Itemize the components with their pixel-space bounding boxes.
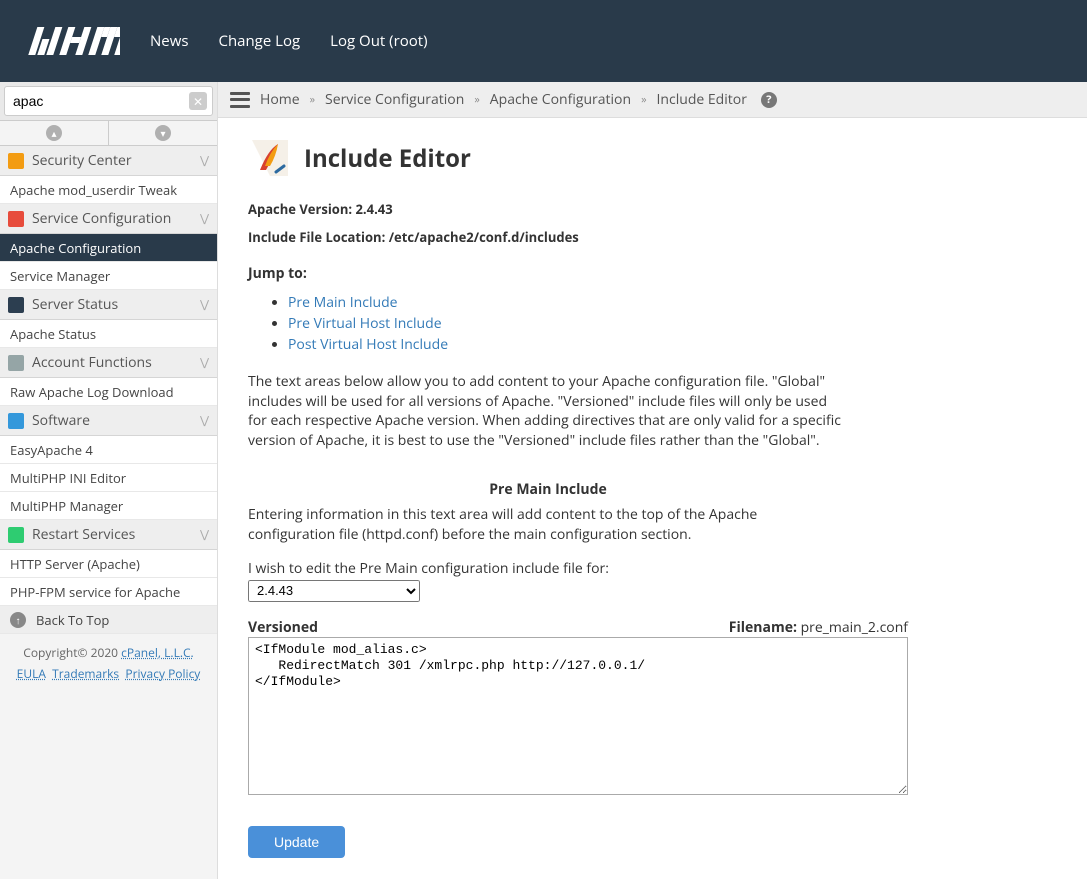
category-label: Service Configuration — [32, 209, 171, 228]
category-label: Software — [32, 411, 90, 430]
description-text: The text areas below allow you to add co… — [248, 372, 848, 450]
sidebar-item[interactable]: Apache Status — [0, 320, 217, 348]
sidebar-item[interactable]: MultiPHP INI Editor — [0, 464, 217, 492]
chevron-down-icon: ⋁ — [200, 527, 209, 542]
apache-version-value: 2.4.43 — [356, 200, 393, 218]
top-nav: News Change Log Log Out (root) — [150, 31, 428, 51]
main: Home » Service Configuration » Apache Co… — [218, 82, 1087, 879]
jump-pre-vhost[interactable]: Pre Virtual Host Include — [288, 314, 442, 333]
sidebar-item[interactable]: EasyApache 4 — [0, 436, 217, 464]
eula-link[interactable]: EULA — [17, 665, 46, 682]
versioned-label: Versioned — [248, 618, 318, 637]
jump-post-vhost[interactable]: Post Virtual Host Include — [288, 335, 448, 354]
category-label: Restart Services — [32, 525, 135, 544]
sidebar-category[interactable]: Software ⋁ — [0, 406, 217, 436]
back-to-top-label: Back To Top — [36, 611, 109, 629]
category-label: Account Functions — [32, 353, 152, 372]
caret-down-icon: ▾ — [155, 125, 171, 141]
sidebar-item[interactable]: MultiPHP Manager — [0, 492, 217, 520]
sidebar-item[interactable]: Raw Apache Log Download — [0, 378, 217, 406]
chevron-right-icon: » — [641, 92, 646, 107]
include-textarea[interactable] — [248, 637, 908, 795]
search-row: ✕ — [0, 82, 217, 121]
include-loc-value: /etc/apache2/conf.d/includes — [389, 228, 579, 246]
update-button[interactable]: Update — [248, 826, 345, 858]
apache-feather-icon — [248, 136, 292, 180]
crumb-apache-config[interactable]: Apache Configuration — [490, 90, 631, 109]
category-icon — [8, 153, 24, 169]
nav-change-log[interactable]: Change Log — [219, 31, 301, 51]
chevron-down-icon: ⋁ — [200, 153, 209, 168]
chevron-down-icon: ⋁ — [200, 355, 209, 370]
crumb-home[interactable]: Home — [260, 90, 300, 109]
nav-log-out[interactable]: Log Out (root) — [330, 31, 427, 51]
filename-label: Filename: — [729, 618, 797, 637]
copyright-text: Copyright© 2020 — [23, 644, 121, 661]
privacy-link[interactable]: Privacy Policy — [125, 665, 200, 682]
category-icon — [8, 413, 24, 429]
sidebar-category[interactable]: Security Center ⋁ — [0, 146, 217, 176]
help-icon[interactable]: ? — [761, 92, 777, 108]
chevron-down-icon: ⋁ — [200, 297, 209, 312]
back-to-top[interactable]: ↑ Back To Top — [0, 606, 217, 634]
category-icon — [8, 355, 24, 371]
category-icon — [8, 527, 24, 543]
sidebar-category[interactable]: Account Functions ⋁ — [0, 348, 217, 378]
crumb-current: Include Editor — [657, 90, 747, 109]
breadcrumb-bar: Home » Service Configuration » Apache Co… — [218, 82, 1087, 118]
jump-list: Pre Main Include Pre Virtual Host Includ… — [288, 293, 1057, 354]
chevron-down-icon: ⋁ — [200, 413, 209, 428]
sidebar-footer: Copyright© 2020 cPanel, L.L.C. EULA Trad… — [0, 634, 217, 692]
sidebar-item[interactable]: PHP-FPM service for Apache — [0, 578, 217, 606]
chevron-right-icon: » — [474, 92, 479, 107]
select-label: I wish to edit the Pre Main configuratio… — [248, 559, 1057, 578]
include-loc-label: Include File Location: — [248, 228, 385, 246]
trademarks-link[interactable]: Trademarks — [52, 665, 119, 682]
nav-news[interactable]: News — [150, 31, 189, 51]
sidebar-category[interactable]: Server Status ⋁ — [0, 290, 217, 320]
chevron-right-icon: » — [310, 92, 315, 107]
arrow-up-icon: ↑ — [10, 612, 26, 628]
top-header: News Change Log Log Out (root) — [0, 0, 1087, 82]
version-select[interactable]: 2.4.43 — [248, 580, 420, 602]
sidebar-item[interactable]: Service Manager — [0, 262, 217, 290]
sidebar-category[interactable]: Restart Services ⋁ — [0, 520, 217, 550]
category-label: Server Status — [32, 295, 118, 314]
search-input[interactable] — [4, 86, 213, 116]
sidebar-item[interactable]: HTTP Server (Apache) — [0, 550, 217, 578]
caret-up-icon: ▴ — [46, 125, 62, 141]
sidebar: ✕ ▴ ▾ Security Center ⋁ Apache mod_userdir… — [0, 82, 218, 879]
chevron-down-icon: ⋁ — [200, 211, 209, 226]
sidebar-item[interactable]: Apache mod_userdir Tweak — [0, 176, 217, 204]
section-desc: Entering information in this text area w… — [248, 505, 848, 544]
whm-logo — [20, 25, 120, 57]
jump-pre-main[interactable]: Pre Main Include — [288, 293, 398, 312]
expand-all-button[interactable]: ▾ — [108, 121, 217, 145]
sidebar-item[interactable]: Apache Configuration — [0, 234, 217, 262]
cpanel-link[interactable]: cPanel, L.L.C. — [121, 644, 194, 661]
page-title: Include Editor — [304, 142, 471, 175]
collapse-all-button[interactable]: ▴ — [0, 121, 108, 145]
search-clear-icon[interactable]: ✕ — [189, 92, 207, 110]
hamburger-icon[interactable] — [230, 92, 250, 108]
apache-version-label: Apache Version: — [248, 200, 352, 218]
filename-value: pre_main_2.conf — [801, 618, 908, 637]
crumb-service-config[interactable]: Service Configuration — [325, 90, 464, 109]
collapse-row: ▴ ▾ — [0, 121, 217, 146]
category-icon — [8, 297, 24, 313]
category-label: Security Center — [32, 151, 132, 170]
section-heading: Pre Main Include — [248, 480, 848, 499]
category-icon — [8, 211, 24, 227]
sidebar-category[interactable]: Service Configuration ⋁ — [0, 204, 217, 234]
jump-to-label: Jump to: — [248, 264, 1057, 283]
content: Include Editor Apache Version: 2.4.43 In… — [218, 118, 1087, 876]
